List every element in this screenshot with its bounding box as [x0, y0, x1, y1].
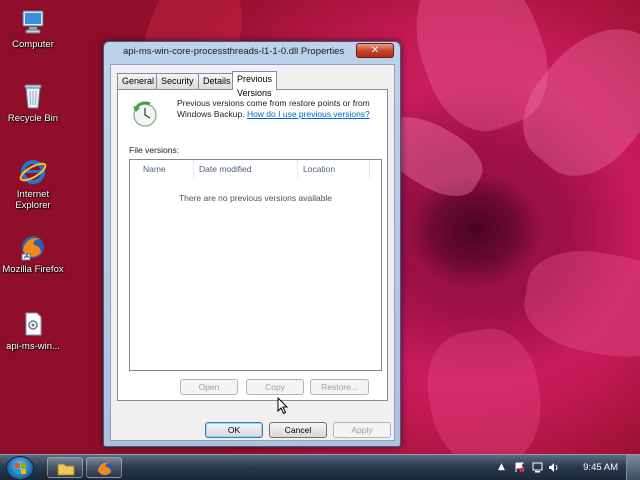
desktop-icon-label: api-ms-win... [6, 341, 60, 352]
column-header-name[interactable]: Name [138, 160, 194, 178]
system-tray: ▲ 9:45 AM [490, 455, 640, 480]
empty-list-message: There are no previous versions available [178, 193, 333, 203]
restore-icon [130, 100, 160, 130]
desktop-icon-label: Mozilla Firefox [2, 264, 64, 275]
dialog-titlebar[interactable]: api-ms-win-core-processthreads-l1-1-0.dl… [104, 42, 400, 62]
explorer-icon [57, 463, 75, 476]
show-hidden-icon[interactable]: ▲ [496, 462, 507, 473]
start-button[interactable] [6, 456, 34, 480]
internet-explorer-icon [18, 158, 48, 186]
column-header-location[interactable]: Location [298, 160, 370, 178]
dll-file-icon [18, 310, 48, 338]
cancel-button[interactable]: Cancel [269, 422, 327, 438]
tab-previous-versions[interactable]: Previous Versions [232, 71, 278, 98]
file-versions-label: File versions: [129, 145, 180, 155]
firefox-icon [18, 233, 48, 261]
taskbar-explorer-button[interactable] [47, 457, 83, 478]
mouse-cursor-icon [277, 396, 289, 415]
firefox-icon [98, 461, 112, 476]
copy-button[interactable]: Copy [246, 379, 304, 395]
help-link[interactable]: How do I use previous versions? [247, 109, 370, 119]
wallpaper-petal [418, 321, 552, 454]
desktop-icon-label: Computer [12, 39, 54, 50]
volume-icon[interactable] [548, 462, 559, 473]
info-text: Previous versions come from restore poin… [177, 98, 387, 120]
desktop-icon-internet-explorer[interactable]: Internet Explorer [0, 158, 66, 211]
dialog-title: api-ms-win-core-processthreads-l1-1-0.dl… [123, 46, 345, 57]
desktop-icon-recycle-bin[interactable]: Recycle Bin [0, 82, 66, 124]
taskbar-clock[interactable]: 9:45 AM [583, 462, 618, 473]
previous-versions-panel: Previous versions come from restore poin… [117, 89, 388, 401]
open-button[interactable]: Open [180, 379, 238, 395]
column-header-date-modified[interactable]: Date modified [194, 160, 298, 178]
computer-icon [18, 8, 48, 36]
desktop-icon-firefox[interactable]: Mozilla Firefox [0, 233, 66, 275]
recycle-bin-icon [18, 82, 48, 110]
wallpaper-petal [517, 240, 640, 370]
desktop-icon-computer[interactable]: Computer [0, 8, 66, 50]
tab-security[interactable]: Security [156, 73, 199, 89]
action-center-icon[interactable] [514, 462, 525, 473]
dialog-client-area: General Security Details Previous Versio… [110, 64, 395, 441]
desktop-icon-label: Recycle Bin [7, 113, 59, 124]
restore-button[interactable]: Restore... [310, 379, 369, 395]
ok-button[interactable]: OK [205, 422, 263, 438]
network-icon[interactable] [532, 462, 543, 473]
taskbar: ▲ 9:45 AM [0, 454, 640, 480]
tab-details[interactable]: Details [198, 73, 236, 89]
desktop-icon-label: Internet Explorer [15, 189, 51, 211]
windows-logo-icon [15, 463, 26, 474]
desktop-icon-dll-file[interactable]: api-ms-win... [0, 310, 66, 352]
close-button[interactable]: ✕ [356, 43, 394, 58]
close-icon: ✕ [370, 45, 380, 56]
apply-button[interactable]: Apply [333, 422, 391, 438]
taskbar-firefox-button[interactable] [86, 457, 122, 478]
properties-dialog: api-ms-win-core-processthreads-l1-1-0.dl… [103, 41, 401, 447]
tab-general[interactable]: General [117, 73, 160, 89]
show-desktop-button[interactable] [626, 455, 640, 480]
file-versions-list[interactable]: Name Date modified Location There are no… [129, 159, 382, 371]
